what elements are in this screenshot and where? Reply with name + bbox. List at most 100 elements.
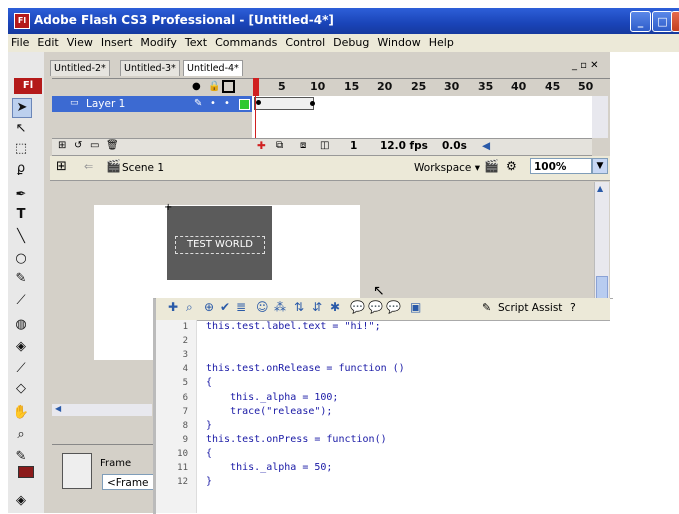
script-assist-button[interactable]: Script Assist <box>498 302 562 314</box>
menu-window[interactable]: Window <box>374 34 423 51</box>
keyframe-span[interactable] <box>254 97 314 110</box>
debug-options-icon[interactable]: ⁂ <box>274 300 286 314</box>
brush-tool-icon[interactable]: ⟋ <box>12 292 30 310</box>
code-line[interactable]: trace("release"); <box>206 406 332 417</box>
tab-untitled-4[interactable]: Untitled-4* <box>183 60 243 76</box>
workspace-menu[interactable]: Workspace ▾ <box>414 162 480 174</box>
button-label[interactable]: TEST WORLD <box>175 236 265 254</box>
menu-file[interactable]: File <box>8 34 32 51</box>
lock-dot[interactable]: • <box>224 98 230 109</box>
frame-grid[interactable] <box>252 112 592 138</box>
zoom-field[interactable]: 100% <box>530 158 592 174</box>
code-line[interactable]: this._alpha = 100; <box>206 392 338 403</box>
title-bar[interactable]: Fl Adobe Flash CS3 Professional - [Untit… <box>8 8 679 34</box>
menu-modify[interactable]: Modify <box>137 34 179 51</box>
code-line[interactable]: { <box>206 377 212 388</box>
insert-layer-icon[interactable]: ⊞ <box>58 140 66 151</box>
menu-view[interactable]: View <box>64 34 96 51</box>
zoom-tool-icon[interactable]: ⌕ <box>12 426 30 444</box>
scroll-up-icon[interactable]: ▲ <box>597 184 603 193</box>
tab-untitled-2[interactable]: Untitled-2* <box>50 60 110 76</box>
insert-folder-icon[interactable]: ▭ <box>90 140 99 151</box>
bucket-color-icon[interactable]: ◈ <box>12 492 30 510</box>
motion-guide-icon[interactable]: ↺ <box>74 140 82 151</box>
close-icon[interactable] <box>671 11 679 32</box>
subselection-tool-icon[interactable]: ↖ <box>12 120 30 138</box>
lasso-tool-icon[interactable]: ϼ <box>12 160 30 178</box>
lock-icon[interactable]: 🔒 <box>208 81 220 92</box>
outline-color-swatch[interactable] <box>239 99 250 110</box>
fill-color-swatch[interactable] <box>18 466 34 478</box>
stage-icon: ⊞ <box>56 159 67 174</box>
script-assist-icon[interactable]: ✎ <box>482 301 491 314</box>
menu-debug[interactable]: Debug <box>330 34 372 51</box>
maximize-icon[interactable]: □ <box>652 11 673 32</box>
stroke-color-icon[interactable]: ✎ <box>12 448 30 466</box>
timeline-scrollbar[interactable] <box>592 96 608 138</box>
code-line[interactable]: this.test.onPress = function() <box>206 434 387 445</box>
pen-tool-icon[interactable]: ✒ <box>12 186 30 204</box>
menu-edit[interactable]: Edit <box>34 34 61 51</box>
menu-commands[interactable]: Commands <box>212 34 280 51</box>
show-toolbox-icon[interactable]: ▣ <box>410 300 421 314</box>
code-line[interactable]: this._alpha = 50; <box>206 462 332 473</box>
find-icon[interactable]: ⌕ <box>186 300 193 315</box>
edit-symbols-icon[interactable]: 🎬 <box>484 159 499 173</box>
panel-controls[interactable]: _ ▫ ✕ <box>572 60 599 71</box>
collapse-selection-icon[interactable]: ⇵ <box>312 300 322 314</box>
help-icon[interactable]: ? <box>570 301 576 314</box>
code-line[interactable]: } <box>206 420 212 431</box>
menu-help[interactable]: Help <box>426 34 457 51</box>
auto-format-icon[interactable]: ≣ <box>236 300 246 314</box>
expand-all-icon[interactable]: ✱ <box>330 300 340 314</box>
paint-bucket-tool-icon[interactable]: ◈ <box>12 338 30 356</box>
selection-tool-icon[interactable]: ➤ <box>12 98 32 118</box>
menu-text[interactable]: Text <box>182 34 210 51</box>
onion-outline-icon[interactable]: ⧈ <box>300 140 306 151</box>
add-item-icon[interactable]: ✚ <box>168 300 178 314</box>
minimize-icon[interactable]: _ <box>630 11 651 32</box>
hand-tool-icon[interactable]: ✋ <box>12 404 30 422</box>
eye-icon[interactable]: ● <box>192 81 201 92</box>
center-frame-icon[interactable]: ✚ <box>257 140 266 152</box>
visible-dot[interactable]: • <box>210 98 216 109</box>
apply-comment-icon[interactable]: 💬 <box>350 300 365 314</box>
ink-bottle-tool-icon[interactable]: ◍ <box>12 316 30 334</box>
delete-layer-icon[interactable]: 🗑 <box>106 140 119 151</box>
free-transform-tool-icon[interactable]: ⬚ <box>12 140 30 158</box>
code-line[interactable]: { <box>206 448 212 459</box>
tab-untitled-3[interactable]: Untitled-3* <box>120 60 180 76</box>
edit-scene-icon[interactable]: ⚙ <box>506 159 517 173</box>
scene-name[interactable]: Scene 1 <box>122 162 164 174</box>
layer-frames[interactable] <box>252 96 592 112</box>
onion-skin-icon[interactable]: ⧉ <box>276 140 283 151</box>
eraser-tool-icon[interactable]: ◇ <box>12 380 30 398</box>
code-line[interactable]: this.test.onRelease = function () <box>206 363 405 374</box>
target-icon[interactable]: ⊕ <box>204 300 214 314</box>
line-tool-icon[interactable]: ╲ <box>12 228 30 246</box>
collapse-icon[interactable]: ⇅ <box>294 300 304 314</box>
line-comment-icon[interactable]: 💬 <box>368 300 383 314</box>
pencil-tool-icon[interactable]: ✎ <box>12 270 30 288</box>
ruler-tick: 35 <box>478 80 494 93</box>
zoom-dropdown-icon[interactable]: ▼ <box>592 158 608 174</box>
scroll-left-icon[interactable]: ◀ <box>55 404 61 413</box>
back-arrow-icon[interactable]: ⇐ <box>84 160 93 173</box>
menu-control[interactable]: Control <box>282 34 328 51</box>
check-syntax-icon[interactable]: ✔ <box>220 300 230 314</box>
layer-row[interactable]: ▭ Layer 1 ✎ • • <box>52 96 252 112</box>
menu-insert[interactable]: Insert <box>98 34 136 51</box>
outline-icon[interactable] <box>222 80 235 93</box>
remove-comment-icon[interactable]: 💬 <box>386 300 401 314</box>
code-hint-icon[interactable]: ☺ <box>256 300 269 314</box>
oval-tool-icon[interactable]: ○ <box>12 250 30 268</box>
code-line[interactable]: } <box>206 476 212 487</box>
eyedropper-tool-icon[interactable]: ⟋ <box>12 360 30 378</box>
frame-name-input[interactable]: <Frame <box>102 474 154 490</box>
text-tool-icon[interactable]: T <box>12 206 30 224</box>
stage-horizontal-scrollbar[interactable]: ◀ <box>52 404 152 416</box>
playhead[interactable] <box>253 78 259 96</box>
scroll-left-icon[interactable]: ◀ <box>482 140 490 152</box>
code-line[interactable]: this.test.label.text = "hi!"; <box>206 321 381 332</box>
edit-multiple-icon[interactable]: ◫ <box>320 140 329 151</box>
